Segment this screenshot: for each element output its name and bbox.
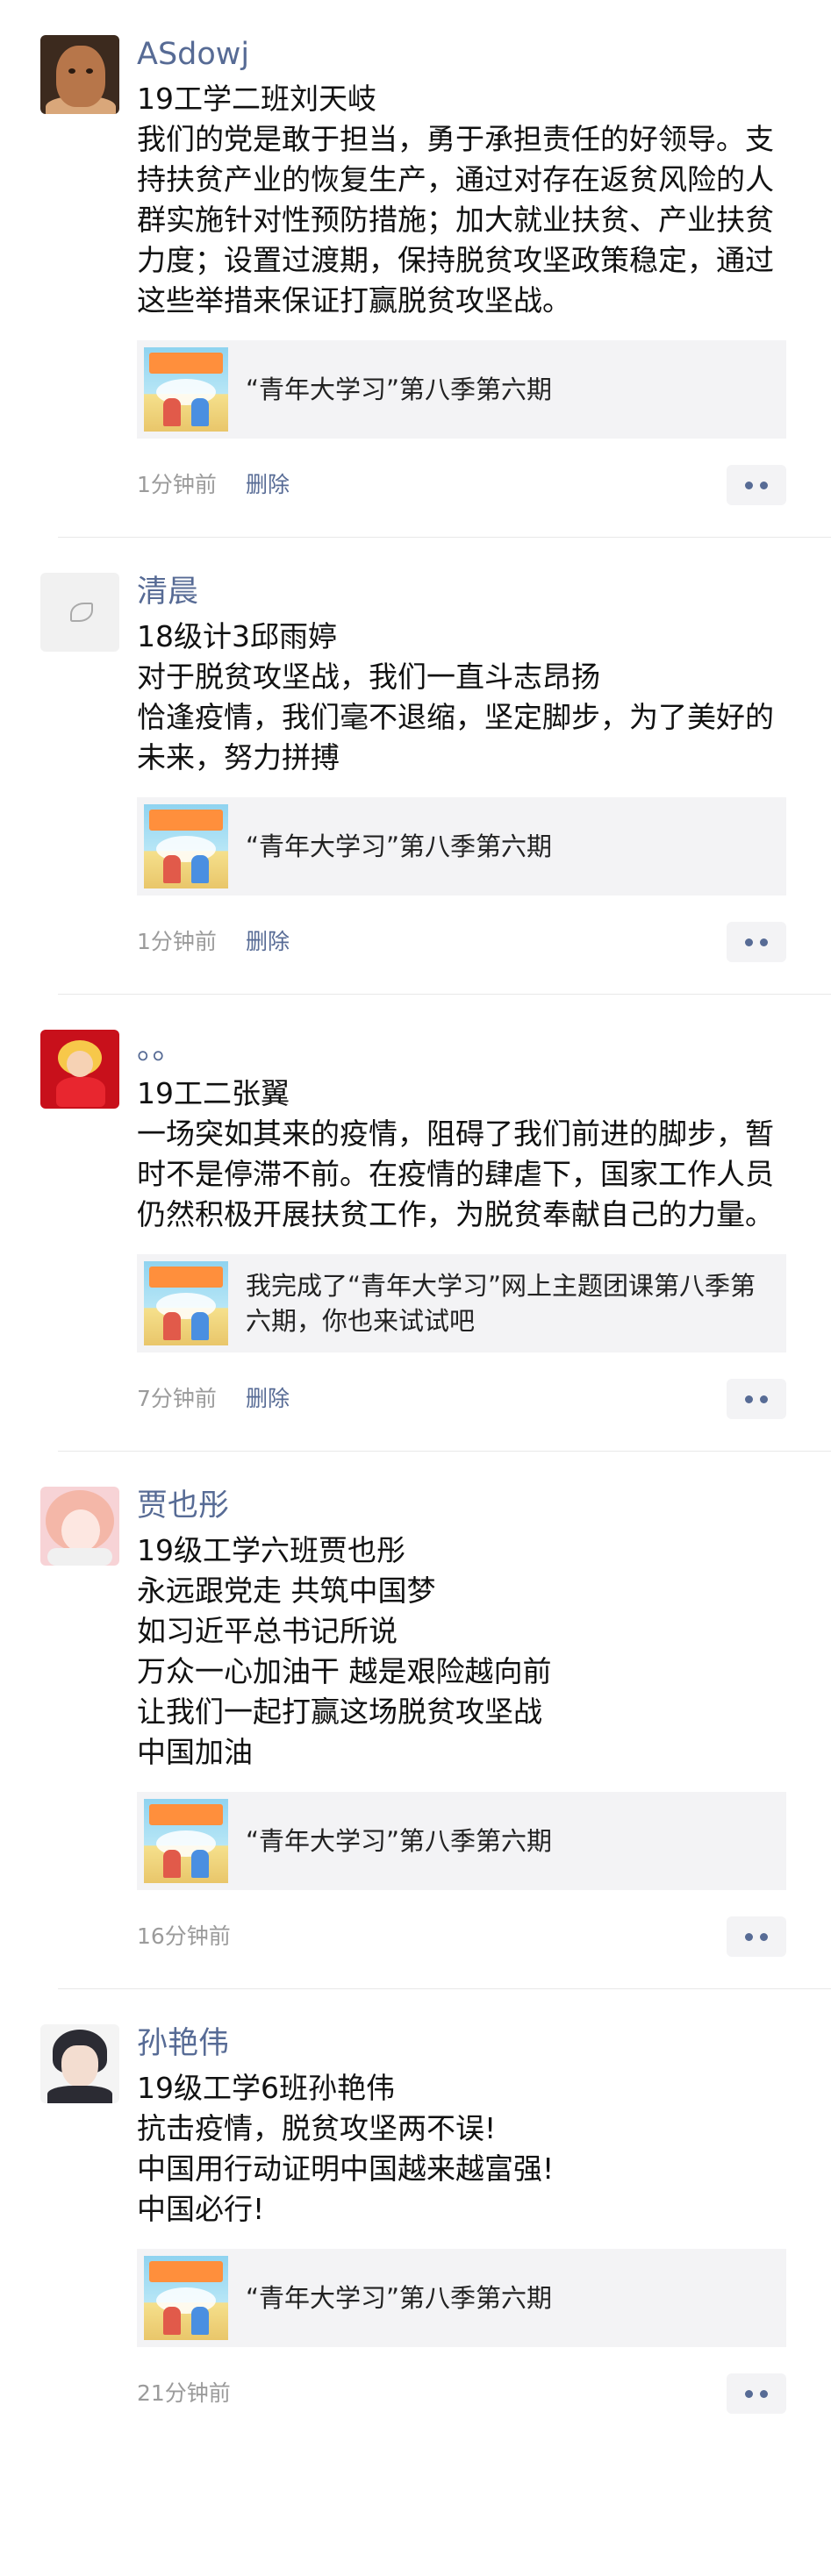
post-meta: 1分钟前 删除 — [137, 465, 786, 505]
avatar[interactable] — [40, 1030, 119, 1109]
post-text: 19级工学6班孙艳伟 抗击疫情，脱贫攻坚两不误! 中国用行动证明中国越来越富强!… — [137, 2071, 555, 2226]
post-time: 16分钟前 — [137, 1923, 231, 1949]
shared-link-card[interactable]: “青年大学习”第八季第六期 — [137, 2249, 786, 2347]
more-actions-button[interactable] — [727, 465, 786, 505]
avatar[interactable] — [40, 1487, 119, 1566]
moments-feed: ASdowj 19工学二班刘天岐 我们的党是敢于担当，勇于承担责任的好领导。支持… — [0, 0, 831, 2414]
moment-post: 。。 19工二张翼 一场突如其来的疫情，阻碍了我们前进的脚步，暂时不是停滞不前。… — [0, 995, 831, 1452]
poster-name[interactable]: 贾也彤 — [137, 1487, 786, 1525]
post-meta: 7分钟前 删除 — [137, 1379, 786, 1419]
poster-name[interactable]: 孙艳伟 — [137, 2024, 786, 2063]
moment-post: ASdowj 19工学二班刘天岐 我们的党是敢于担当，勇于承担责任的好领导。支持… — [0, 0, 831, 538]
post-text: 19工学二班刘天岐 我们的党是敢于担当，勇于承担责任的好领导。支持扶贫产业的恢复… — [137, 82, 774, 318]
moment-post: 贾也彤 19级工学六班贾也彤 永远跟党走 共筑中国梦 如习近平总书记所说 万众一… — [0, 1452, 831, 1989]
link-title: “青年大学习”第八季第六期 — [246, 2283, 553, 2313]
more-actions-button[interactable] — [727, 1379, 786, 1419]
more-actions-button[interactable] — [727, 2373, 786, 2414]
avatar[interactable] — [40, 35, 119, 114]
link-title: 我完成了“青年大学习”网上主题团课第八季第六期，你也来试试吧 — [246, 1271, 756, 1336]
link-title: “青年大学习”第八季第六期 — [246, 1826, 553, 1856]
delete-button[interactable]: 删除 — [246, 472, 290, 497]
post-meta: 21分钟前 — [137, 2373, 786, 2414]
moment-post: 孙艳伟 19级工学6班孙艳伟 抗击疫情，脱贫攻坚两不误! 中国用行动证明中国越来… — [0, 1989, 831, 2414]
shared-link-card[interactable]: “青年大学习”第八季第六期 — [137, 797, 786, 896]
post-text: 19工二张翼 一场突如其来的疫情，阻碍了我们前进的脚步，暂时不是停滞不前。在疫情… — [137, 1076, 774, 1231]
poster-name[interactable]: 。。 — [137, 1030, 786, 1068]
post-time: 1分钟前 — [137, 929, 217, 954]
link-title: “青年大学习”第八季第六期 — [246, 375, 553, 404]
link-thumbnail — [144, 804, 228, 888]
more-dots-icon — [745, 1395, 753, 1403]
more-dots-icon — [745, 481, 753, 489]
avatar[interactable] — [40, 2024, 119, 2103]
more-actions-button[interactable] — [727, 1916, 786, 1957]
link-title: “青年大学习”第八季第六期 — [246, 831, 553, 861]
post-text: 18级计3邱雨婷 对于脱贫攻坚战，我们一直斗志昂扬 恰逢疫情，我们毫不退缩，坚定… — [137, 619, 774, 774]
more-dots-icon — [745, 2389, 753, 2398]
moment-post: 清晨 18级计3邱雨婷 对于脱贫攻坚战，我们一直斗志昂扬 恰逢疫情，我们毫不退缩… — [0, 538, 831, 995]
post-time: 7分钟前 — [137, 1386, 217, 1411]
post-meta: 1分钟前 删除 — [137, 922, 786, 962]
post-time: 21分钟前 — [137, 2380, 231, 2406]
shared-link-card[interactable]: “青年大学习”第八季第六期 — [137, 340, 786, 439]
delete-button[interactable]: 删除 — [246, 1386, 290, 1411]
link-thumbnail — [144, 1261, 228, 1345]
delete-button[interactable]: 删除 — [246, 929, 290, 954]
link-thumbnail — [144, 2256, 228, 2340]
poster-name[interactable]: 清晨 — [137, 573, 786, 611]
link-thumbnail — [144, 1799, 228, 1883]
more-dots-icon — [745, 938, 753, 946]
more-dots-icon — [745, 1932, 753, 1941]
post-text: 19级工学六班贾也彤 永远跟党走 共筑中国梦 如习近平总书记所说 万众一心加油干… — [137, 1533, 552, 1769]
more-actions-button[interactable] — [727, 922, 786, 962]
post-time: 1分钟前 — [137, 472, 217, 497]
link-thumbnail — [144, 347, 228, 432]
shared-link-card[interactable]: 我完成了“青年大学习”网上主题团课第八季第六期，你也来试试吧 — [137, 1254, 786, 1352]
avatar[interactable] — [40, 573, 119, 652]
post-meta: 16分钟前 — [137, 1916, 786, 1957]
poster-name[interactable]: ASdowj — [137, 35, 786, 74]
shared-link-card[interactable]: “青年大学习”第八季第六期 — [137, 1792, 786, 1890]
